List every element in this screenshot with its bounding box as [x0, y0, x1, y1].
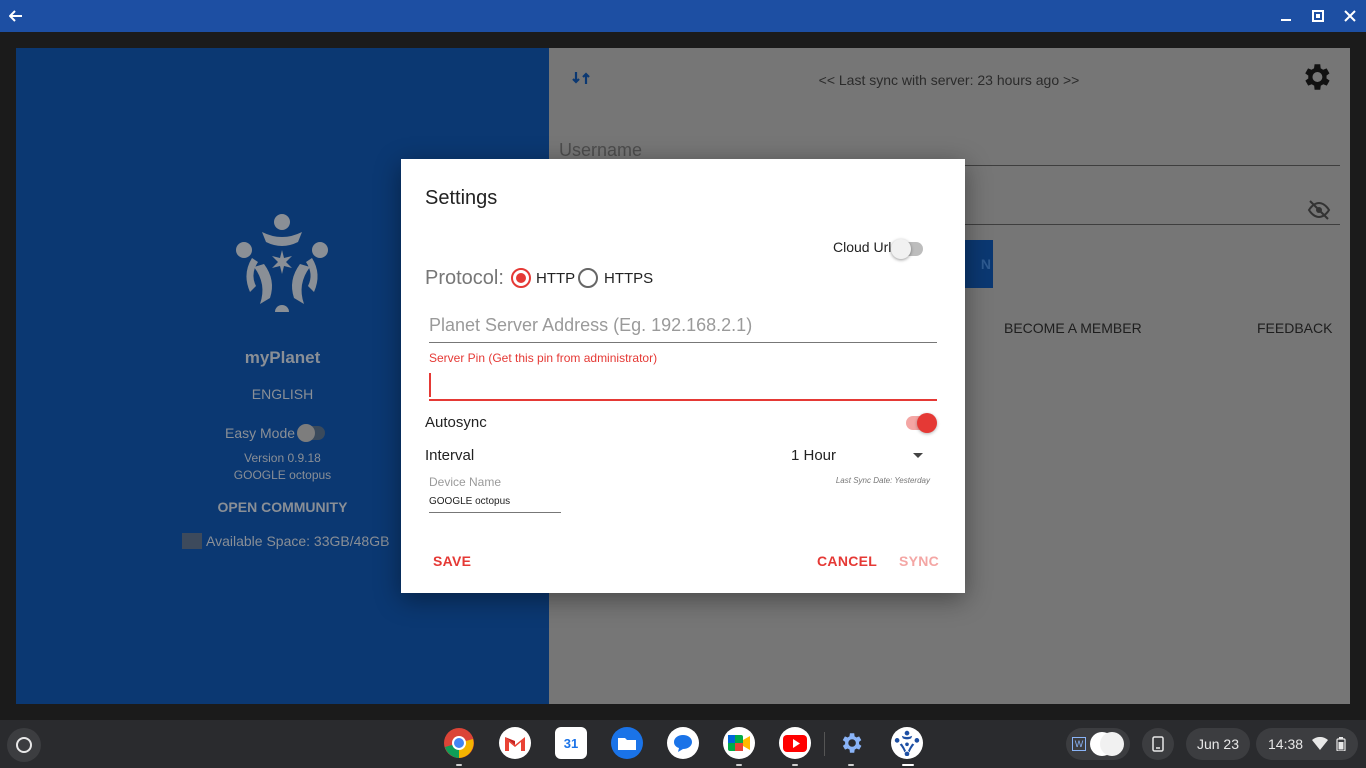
video-camera-icon	[728, 735, 750, 751]
minimize-icon	[1281, 19, 1291, 21]
http-radio[interactable]	[511, 268, 531, 288]
back-button[interactable]	[0, 0, 32, 32]
interval-label: Interval	[425, 447, 475, 464]
maximize-icon	[1312, 10, 1324, 22]
dialog-title: Settings	[425, 187, 498, 209]
device-name-label: Device Name	[429, 475, 502, 489]
chrome-icon-graphic	[444, 728, 474, 758]
easy-mode-toggle[interactable]	[297, 424, 326, 442]
close-icon	[1344, 10, 1356, 22]
wifi-icon	[1311, 737, 1328, 750]
storage-icon	[182, 533, 202, 549]
http-radio-label[interactable]: HTTP	[536, 270, 575, 287]
autosync-toggle[interactable]	[906, 413, 937, 433]
holding-space-tray[interactable]: W	[1066, 728, 1130, 760]
settings-app-icon[interactable]	[835, 727, 867, 759]
arrow-left-icon	[9, 10, 22, 22]
myplanet-logo-icon	[894, 730, 920, 756]
interval-value: 1 Hour	[791, 447, 837, 464]
eye-off-icon[interactable]	[1307, 198, 1331, 222]
active-indicator	[902, 764, 914, 766]
date-tray[interactable]: Jun 23	[1186, 728, 1250, 760]
thumbnail-icon	[1100, 732, 1124, 756]
phone-hub-button[interactable]	[1142, 728, 1174, 760]
calendar-day: 31	[563, 735, 579, 751]
youtube-icon[interactable]	[779, 727, 811, 759]
become-member-link[interactable]: BECOME A MEMBER	[1004, 320, 1142, 336]
window-title-bar	[0, 0, 1366, 32]
shelf: 31 W Jun 23 14:38	[0, 720, 1366, 768]
gmail-icon[interactable]	[499, 727, 531, 759]
calendar-icon[interactable]: 31	[555, 727, 587, 759]
available-space: Available Space: 33GB/48GB	[182, 533, 389, 549]
easy-mode-label: Easy Mode	[225, 425, 296, 441]
battery-icon	[1336, 737, 1346, 751]
myplanet-logo	[236, 214, 328, 312]
phone-icon	[1152, 736, 1164, 752]
protocol-label: Protocol:	[425, 267, 504, 289]
cloud-url-toggle[interactable]	[891, 239, 923, 259]
autosync-label: Autosync	[425, 414, 487, 431]
meet-icon[interactable]	[723, 727, 755, 759]
gear-icon	[842, 733, 862, 753]
last-sync-date: Last Sync Date: Yesterday	[835, 476, 930, 485]
running-indicator	[792, 764, 798, 766]
messages-icon[interactable]	[667, 727, 699, 759]
last-sync-text: << Last sync with server: 23 hours ago >…	[818, 72, 1080, 88]
chat-bubble-icon	[674, 735, 692, 752]
chrome-icon[interactable]	[443, 727, 475, 759]
launcher-button[interactable]	[7, 728, 41, 762]
running-indicator	[456, 764, 462, 766]
interval-dropdown[interactable]: 1 Hour	[791, 447, 931, 467]
gmail-icon-graphic	[505, 737, 525, 751]
sync-icon[interactable]	[569, 66, 593, 90]
play-icon	[783, 734, 807, 752]
server-address-input[interactable]: Planet Server Address (Eg. 192.168.2.1)	[429, 315, 937, 343]
sync-button[interactable]: SYNC	[899, 553, 939, 569]
running-indicator	[736, 764, 742, 766]
gear-icon[interactable]	[1299, 60, 1333, 94]
myplanet-app-icon[interactable]	[891, 727, 923, 759]
close-button[interactable]	[1334, 0, 1366, 32]
chevron-down-icon	[913, 453, 923, 458]
available-space-text: Available Space: 33GB/48GB	[206, 533, 390, 549]
device-name-input[interactable]: GOOGLE octopus	[429, 496, 561, 513]
running-indicator	[848, 764, 854, 766]
status-tray[interactable]: 14:38	[1256, 728, 1358, 760]
document-icon: W	[1072, 737, 1086, 751]
settings-dialog: Settings Cloud Url Protocol: HTTP HTTPS …	[401, 159, 965, 593]
server-pin-input[interactable]	[429, 369, 937, 401]
easy-mode-row: Easy Mode	[225, 424, 326, 442]
clock-time: 14:38	[1268, 736, 1304, 752]
cloud-url-label: Cloud Url	[833, 239, 892, 255]
minimize-button[interactable]	[1270, 0, 1302, 32]
files-icon[interactable]	[611, 727, 643, 759]
text-caret	[429, 373, 431, 397]
maximize-button[interactable]	[1302, 0, 1334, 32]
https-radio[interactable]	[578, 268, 598, 288]
cancel-button[interactable]: CANCEL	[817, 553, 877, 569]
folder-icon	[618, 738, 636, 750]
feedback-link[interactable]: FEEDBACK	[1257, 320, 1332, 336]
shelf-divider	[824, 732, 825, 756]
save-button[interactable]: SAVE	[433, 553, 471, 569]
server-pin-label: Server Pin (Get this pin from administra…	[429, 351, 658, 365]
https-radio-label[interactable]: HTTPS	[604, 270, 653, 287]
